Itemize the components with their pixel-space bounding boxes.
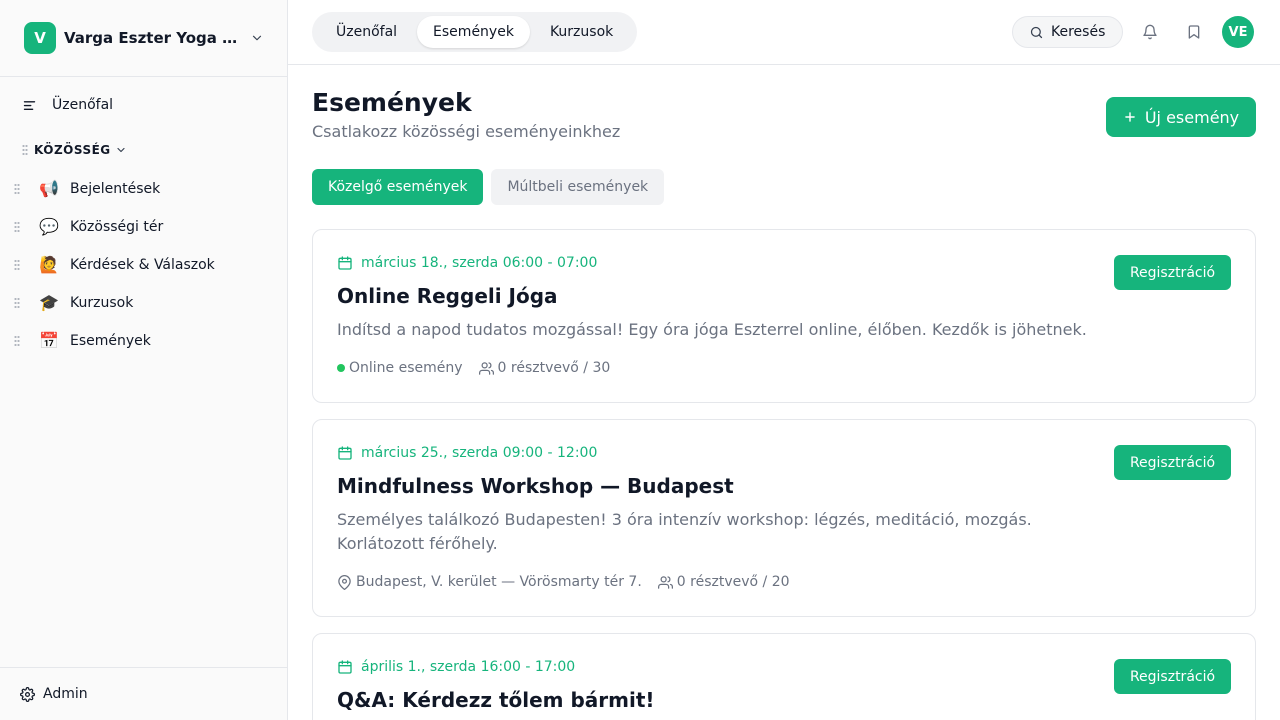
event-meta: Online esemény 0 résztvevő / 30 xyxy=(337,360,626,376)
event-date-text: március 25., szerda 09:00 - 12:00 xyxy=(361,445,598,461)
event-card[interactable]: április 1., szerda 16:00 - 17:00 Q&A: Ké… xyxy=(312,633,1256,720)
sidebar-item-label: Közösségi tér xyxy=(70,219,164,235)
calendar-icon xyxy=(337,445,353,461)
online-status-dot xyxy=(337,364,345,372)
tab-events[interactable]: Események xyxy=(417,16,530,48)
space-list: 📢 Bejelentések 💬 Közösségi tér 🙋 Kérdése… xyxy=(0,170,287,360)
community-switcher[interactable]: V Varga Eszter Yoga & Mindfulness xyxy=(0,0,287,77)
sidebar-item-events[interactable]: 📅 Események xyxy=(0,322,287,360)
sidebar-item-qa[interactable]: 🙋 Kérdések & Válaszok xyxy=(0,246,287,284)
section-header-community[interactable]: KÖZÖSSÉG xyxy=(22,140,127,160)
event-location: Budapest, V. kerület — Vörösmarty tér 7. xyxy=(337,574,642,590)
search-icon xyxy=(1029,25,1044,40)
raised-hand-icon: 🙋 xyxy=(39,255,59,274)
feed-icon xyxy=(22,98,37,113)
search-button[interactable]: Keresés xyxy=(1012,16,1123,48)
event-description: Személyes találkozó Budapesten! 3 óra in… xyxy=(337,510,1032,553)
sidebar-item-announcements[interactable]: 📢 Bejelentések xyxy=(0,170,287,208)
page-subtitle: Csatlakozz közösségi eseményeinkhez xyxy=(312,122,621,141)
speech-bubble-icon: 💬 xyxy=(39,217,59,236)
event-date: március 25., szerda 09:00 - 12:00 xyxy=(337,445,597,461)
notifications-button[interactable] xyxy=(1138,20,1162,44)
bell-icon xyxy=(1142,24,1158,40)
sidebar-item-label: Kurzusok xyxy=(70,295,134,311)
bookmark-icon xyxy=(1186,24,1202,40)
event-filter-tabs: Közelgő események Múltbeli események xyxy=(312,169,665,205)
event-attendees: 0 résztvevő / 20 xyxy=(657,574,790,590)
sidebar-item-label: Kérdések & Válaszok xyxy=(70,257,215,273)
tab-upcoming-events[interactable]: Közelgő események xyxy=(312,169,484,205)
chevron-down-icon xyxy=(115,144,127,156)
bookmarks-button[interactable] xyxy=(1182,20,1206,44)
event-description: Indítsd a napod tudatos mozgással! Egy ó… xyxy=(337,320,1087,339)
event-title[interactable]: Online Reggeli Jóga xyxy=(337,284,558,308)
event-location: Online esemény xyxy=(337,360,463,376)
avatar[interactable]: VE xyxy=(1222,16,1254,48)
event-date-text: április 1., szerda 16:00 - 17:00 xyxy=(361,659,576,675)
sidebar-item-feed[interactable]: Üzenőfal xyxy=(0,86,287,124)
event-title[interactable]: Mindfulness Workshop — Budapest xyxy=(337,474,734,498)
sidebar-item-courses[interactable]: 🎓 Kurzusok xyxy=(0,284,287,322)
sidebar-item-label: Események xyxy=(70,333,151,349)
admin-link[interactable]: Admin xyxy=(0,667,287,720)
plus-icon xyxy=(1123,110,1137,124)
drag-handle-icon[interactable] xyxy=(14,260,24,270)
event-meta: Budapest, V. kerület — Vörösmarty tér 7.… xyxy=(337,574,806,590)
events-page: Események Csatlakozz közösségi eseményei… xyxy=(288,65,1280,720)
event-location-text: Budapest, V. kerület — Vörösmarty tér 7. xyxy=(356,574,642,590)
event-attendees: 0 résztvevő / 30 xyxy=(478,360,611,376)
register-button[interactable]: Regisztráció xyxy=(1114,659,1231,694)
event-date: április 1., szerda 16:00 - 17:00 xyxy=(337,659,575,675)
top-bar: Üzenőfal Események Kurzusok Keresés VE xyxy=(288,0,1280,65)
community-name: Varga Eszter Yoga & Mindfulness xyxy=(64,29,240,47)
event-date-text: március 18., szerda 06:00 - 07:00 xyxy=(361,255,598,271)
section-title: KÖZÖSSÉG xyxy=(34,143,111,157)
tab-feed[interactable]: Üzenőfal xyxy=(316,16,417,48)
page-title: Események xyxy=(312,88,472,117)
event-card[interactable]: március 18., szerda 06:00 - 07:00 Online… xyxy=(312,229,1256,403)
register-button[interactable]: Regisztráció xyxy=(1114,255,1231,290)
chevron-down-icon xyxy=(250,31,264,45)
megaphone-icon: 📢 xyxy=(39,179,59,198)
tab-past-events[interactable]: Múltbeli események xyxy=(491,169,665,205)
drag-handle-icon[interactable] xyxy=(14,222,24,232)
map-pin-icon xyxy=(337,574,352,590)
event-card[interactable]: március 25., szerda 09:00 - 12:00 Mindfu… xyxy=(312,419,1256,617)
event-attendees-text: 0 résztvevő / 30 xyxy=(497,360,611,376)
drag-handle-icon[interactable] xyxy=(14,336,24,346)
sidebar: V Varga Eszter Yoga & Mindfulness Üzenőf… xyxy=(0,0,288,720)
graduation-cap-icon: 🎓 xyxy=(39,293,59,312)
users-icon xyxy=(478,361,494,376)
calendar-icon xyxy=(337,255,353,271)
search-label: Keresés xyxy=(1051,24,1106,40)
sidebar-item-community-space[interactable]: 💬 Közösségi tér xyxy=(0,208,287,246)
sidebar-item-label: Üzenőfal xyxy=(52,97,114,113)
calendar-icon xyxy=(337,659,353,675)
event-location-text: Online esemény xyxy=(349,360,463,376)
tab-courses[interactable]: Kurzusok xyxy=(530,16,633,48)
drag-handle-icon[interactable] xyxy=(22,145,28,155)
event-attendees-text: 0 résztvevő / 20 xyxy=(676,574,790,590)
community-logo: V xyxy=(24,22,56,54)
event-date: március 18., szerda 06:00 - 07:00 xyxy=(337,255,597,271)
drag-handle-icon[interactable] xyxy=(14,298,24,308)
new-event-button[interactable]: Új esemény xyxy=(1106,97,1256,137)
sidebar-item-label: Bejelentések xyxy=(70,181,161,197)
register-button[interactable]: Regisztráció xyxy=(1114,445,1231,480)
admin-label: Admin xyxy=(43,686,88,702)
gear-icon xyxy=(20,686,35,702)
drag-handle-icon[interactable] xyxy=(14,184,24,194)
event-title[interactable]: Q&A: Kérdezz tőlem bármit! xyxy=(337,688,655,712)
top-tabs: Üzenőfal Események Kurzusok xyxy=(312,12,638,52)
users-icon xyxy=(657,575,673,590)
new-event-label: Új esemény xyxy=(1144,107,1240,127)
calendar-icon: 📅 xyxy=(39,331,59,350)
